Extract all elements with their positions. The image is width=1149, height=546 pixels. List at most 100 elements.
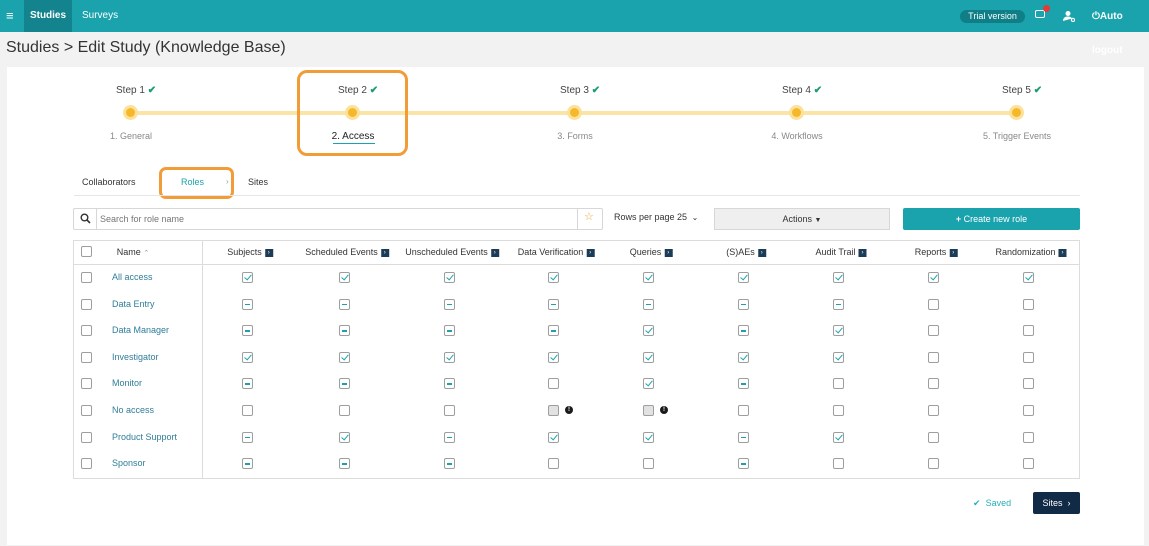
column-header-queries[interactable]: Queries › <box>630 247 673 257</box>
permission-checkbox[interactable] <box>548 298 559 310</box>
permission-checkbox[interactable] <box>339 351 350 363</box>
permission-checkbox[interactable] <box>242 272 253 283</box>
permission-checkbox[interactable] <box>444 325 455 337</box>
row-select-checkbox[interactable] <box>81 325 92 337</box>
permission-checkbox[interactable] <box>738 431 749 443</box>
row-select-checkbox[interactable] <box>81 298 92 310</box>
permission-checkbox[interactable] <box>548 272 559 283</box>
role-name-link[interactable]: Product Support <box>112 432 177 442</box>
permission-checkbox[interactable] <box>1023 298 1034 310</box>
permission-checkbox[interactable] <box>339 378 350 390</box>
permission-checkbox[interactable] <box>738 325 749 337</box>
permission-checkbox[interactable] <box>928 431 939 443</box>
permission-checkbox[interactable] <box>339 325 350 337</box>
name-column-header[interactable]: Name ⌃ <box>117 247 149 257</box>
step-5-dot[interactable] <box>1009 105 1024 120</box>
permission-checkbox[interactable] <box>643 431 654 443</box>
permission-checkbox[interactable] <box>738 298 749 310</box>
step-1-label[interactable]: Step 1 ✔ <box>116 85 156 96</box>
permission-checkbox[interactable] <box>928 351 939 363</box>
permission-checkbox[interactable] <box>643 272 654 283</box>
permission-checkbox[interactable] <box>1023 431 1034 443</box>
step-4-dot[interactable] <box>789 105 804 120</box>
user-settings-icon[interactable] <box>1063 10 1075 22</box>
permission-checkbox[interactable] <box>833 458 844 470</box>
row-select-checkbox[interactable] <box>81 458 92 470</box>
step-3-label[interactable]: Step 3 ✔ <box>560 85 600 96</box>
permission-checkbox[interactable] <box>1023 272 1034 283</box>
permission-checkbox[interactable] <box>928 378 939 390</box>
permission-checkbox[interactable] <box>643 378 654 390</box>
permission-checkbox[interactable] <box>738 405 749 416</box>
step-1-dot[interactable] <box>123 105 138 120</box>
permission-checkbox[interactable] <box>444 272 455 283</box>
info-icon[interactable]: ! <box>660 406 668 414</box>
permission-checkbox[interactable] <box>1023 458 1034 470</box>
role-name-link[interactable]: Data Entry <box>112 299 155 309</box>
row-select-checkbox[interactable] <box>81 431 92 443</box>
column-header-subjects[interactable]: Subjects › <box>227 247 273 257</box>
permission-checkbox[interactable] <box>444 458 455 470</box>
column-header-scheduled-events[interactable]: Scheduled Events › <box>305 247 389 257</box>
column-header-data-verification[interactable]: Data Verification › <box>518 247 595 257</box>
next-sites-button[interactable]: Sites › <box>1033 492 1080 514</box>
permission-checkbox[interactable] <box>339 298 350 310</box>
step-5-label[interactable]: Step 5 ✔ <box>1002 85 1042 96</box>
permission-checkbox[interactable] <box>833 298 844 310</box>
role-name-link[interactable]: Sponsor <box>112 458 146 468</box>
select-all-checkbox[interactable] <box>81 246 92 257</box>
column-header-audit-trail[interactable]: Audit Trail › <box>815 247 867 257</box>
step-4-label[interactable]: Step 4 ✔ <box>782 85 822 96</box>
permission-checkbox[interactable] <box>1023 325 1034 337</box>
permission-checkbox[interactable] <box>833 272 844 283</box>
row-select-checkbox[interactable] <box>81 405 92 416</box>
row-select-checkbox[interactable] <box>81 351 92 363</box>
permission-checkbox[interactable] <box>548 351 559 363</box>
permission-checkbox[interactable] <box>833 325 844 337</box>
permission-checkbox[interactable] <box>242 298 253 310</box>
permission-checkbox[interactable] <box>548 431 559 443</box>
permission-checkbox[interactable] <box>242 405 253 416</box>
column-header-reports[interactable]: Reports › <box>915 247 958 257</box>
permission-checkbox[interactable] <box>833 351 844 363</box>
permission-checkbox[interactable] <box>643 351 654 363</box>
search-input[interactable] <box>100 211 570 227</box>
step-1-name[interactable]: 1. General <box>76 131 186 141</box>
column-header--s-aes[interactable]: (S)AEs › <box>726 247 766 257</box>
permission-checkbox[interactable] <box>242 325 253 337</box>
permission-checkbox[interactable] <box>1023 405 1034 416</box>
step-3-name[interactable]: 3. Forms <box>520 131 630 141</box>
column-header-unscheduled-events[interactable]: Unscheduled Events › <box>405 247 499 257</box>
tab-collaborators[interactable]: Collaborators <box>82 177 136 187</box>
permission-checkbox[interactable] <box>833 405 844 416</box>
star-icon[interactable]: ☆ <box>584 210 594 223</box>
actions-dropdown[interactable]: Actions ▼ <box>714 208 890 230</box>
permission-checkbox[interactable] <box>643 325 654 337</box>
permission-checkbox[interactable] <box>242 378 253 390</box>
permission-checkbox[interactable] <box>548 325 559 337</box>
hamburger-icon[interactable]: ≡ <box>6 8 14 24</box>
permission-checkbox[interactable] <box>242 431 253 443</box>
role-name-link[interactable]: Investigator <box>112 352 159 362</box>
permission-checkbox[interactable] <box>928 325 939 337</box>
create-new-role-button[interactable]: + Create new role <box>903 208 1080 230</box>
permission-checkbox[interactable] <box>833 378 844 390</box>
permission-checkbox[interactable] <box>738 351 749 363</box>
nav-studies[interactable]: Studies <box>24 0 72 32</box>
permission-checkbox[interactable] <box>643 458 654 470</box>
permission-checkbox[interactable] <box>928 298 939 310</box>
role-name-link[interactable]: No access <box>112 405 154 415</box>
permission-checkbox[interactable] <box>1023 351 1034 363</box>
permission-checkbox[interactable] <box>548 458 559 470</box>
permission-checkbox[interactable] <box>444 405 455 416</box>
role-name-link[interactable]: Monitor <box>112 378 142 388</box>
permission-checkbox[interactable] <box>928 458 939 470</box>
info-icon[interactable]: ! <box>565 406 573 414</box>
column-header-randomization[interactable]: Randomization › <box>995 247 1067 257</box>
permission-checkbox[interactable] <box>738 458 749 470</box>
step-4-name[interactable]: 4. Workflows <box>742 131 852 141</box>
row-select-checkbox[interactable] <box>81 272 92 283</box>
permission-checkbox[interactable] <box>444 431 455 443</box>
permission-checkbox[interactable] <box>1023 378 1034 390</box>
permission-checkbox[interactable] <box>643 298 654 310</box>
